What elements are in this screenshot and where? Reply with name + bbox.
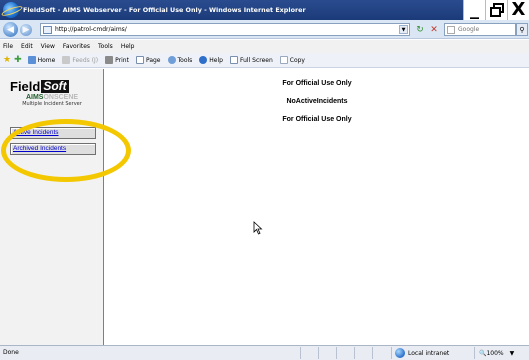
left-nav-pane: Field Soft AIMSONSCENE Multiple Incident… xyxy=(0,69,104,345)
incident-status-text: NoActiveIncidents xyxy=(286,98,348,105)
page-label: Page xyxy=(145,56,161,64)
active-incidents-link[interactable]: Active Incidents xyxy=(10,127,96,139)
back-button[interactable]: ◀ xyxy=(3,22,18,37)
home-label: Home xyxy=(37,56,56,64)
logo-field: Field xyxy=(10,79,41,94)
page-button[interactable]: Page xyxy=(135,56,161,64)
address-bar[interactable]: http://patrol-cmdr/aims/ ▼ xyxy=(40,23,410,36)
command-toolbar: ★ ✚ Home Feeds (J) Print Page Tools Help… xyxy=(0,53,529,68)
main-pane: For Official Use Only NoActiveIncidents … xyxy=(105,69,529,345)
copy-icon xyxy=(279,56,288,64)
menu-favorites[interactable]: Favorites xyxy=(63,43,90,50)
zoom-level: 100% xyxy=(486,349,504,357)
zoom-icon: 🔍 xyxy=(479,349,487,357)
home-icon xyxy=(27,56,36,64)
zone-label: Local intranet xyxy=(408,349,450,357)
status-panel xyxy=(300,347,318,359)
tools-label: Tools xyxy=(177,56,193,64)
menu-file[interactable]: File xyxy=(3,43,13,50)
feeds-button[interactable]: Feeds (J) xyxy=(62,56,98,64)
copy-label: Copy xyxy=(289,56,305,64)
restore-icon xyxy=(489,3,504,17)
fullscreen-icon xyxy=(229,56,238,64)
window-controls: _ X xyxy=(463,0,529,20)
menu-tools[interactable]: Tools xyxy=(98,43,113,50)
feeds-icon xyxy=(62,56,71,64)
gear-icon xyxy=(167,56,176,64)
menu-help[interactable]: Help xyxy=(121,43,135,50)
intranet-globe-icon xyxy=(395,348,405,358)
address-bar-row: ◀ ▶ http://patrol-cmdr/aims/ ▼ ↻ ✕ ⚲ xyxy=(0,20,529,39)
menu-view[interactable]: View xyxy=(41,43,55,50)
status-panel xyxy=(336,347,354,359)
zoom-dropdown-icon[interactable]: ▼ xyxy=(510,350,515,357)
logo-soft: Soft xyxy=(41,79,69,94)
refresh-icon[interactable]: ↻ xyxy=(414,23,426,36)
status-bar: Done Local intranet 🔍 100% ▼ xyxy=(0,345,529,360)
security-zone[interactable]: Local intranet xyxy=(391,347,471,359)
minimize-button[interactable]: _ xyxy=(463,0,485,20)
arrow-cursor-icon xyxy=(253,221,263,235)
status-panel xyxy=(318,347,336,359)
menu-edit[interactable]: Edit xyxy=(21,43,33,50)
help-label: Help xyxy=(209,56,223,64)
close-button[interactable]: X xyxy=(507,0,529,20)
fieldsoft-logo: Field Soft AIMSONSCENE Multiple Incident… xyxy=(10,80,94,107)
status-panels xyxy=(300,347,390,359)
page-icon xyxy=(135,56,144,64)
status-text: Done xyxy=(3,349,19,356)
page-icon xyxy=(43,25,52,34)
status-panel xyxy=(354,347,372,359)
official-use-banner-bottom: For Official Use Only xyxy=(282,116,352,123)
forward-button[interactable]: ▶ xyxy=(20,24,32,36)
search-input[interactable] xyxy=(458,26,514,33)
archived-incidents-link[interactable]: Archived Incidents xyxy=(10,143,96,155)
search-provider-icon xyxy=(447,25,455,34)
restore-button[interactable] xyxy=(485,0,507,20)
feeds-label: Feeds (J) xyxy=(72,56,99,64)
menu-bar: File Edit View Favorites Tools Help xyxy=(0,40,529,53)
help-button[interactable]: Help xyxy=(199,56,223,64)
logo-product: AIMSONSCENE xyxy=(10,94,94,101)
window-title: FieldSoft - AIMS Webserver - For Officia… xyxy=(23,6,306,14)
address-url: http://patrol-cmdr/aims/ xyxy=(55,26,127,33)
zoom-control[interactable]: 🔍 100% ▼ xyxy=(474,347,529,359)
add-favorites-icon[interactable]: ✚ xyxy=(14,55,22,65)
home-button[interactable]: Home xyxy=(27,56,56,64)
logo-aims: AIMS xyxy=(25,94,44,101)
help-icon xyxy=(199,56,208,64)
tools-button[interactable]: Tools xyxy=(167,56,193,64)
internet-explorer-icon xyxy=(3,2,19,18)
favorites-star-icon[interactable]: ★ xyxy=(3,55,11,65)
official-use-banner-top: For Official Use Only xyxy=(282,80,352,87)
print-button[interactable]: Print xyxy=(105,56,129,64)
fullscreen-label: Full Screen xyxy=(239,56,273,64)
address-dropdown-icon[interactable]: ▼ xyxy=(399,25,408,34)
logo-subtitle: Multiple Incident Server xyxy=(22,101,82,107)
window-title-bar: FieldSoft - AIMS Webserver - For Officia… xyxy=(0,0,529,20)
stop-icon[interactable]: ✕ xyxy=(428,23,440,36)
print-label: Print xyxy=(115,56,129,64)
incident-nav: Active Incidents Archived Incidents xyxy=(10,127,96,159)
logo-wordmark: Field Soft xyxy=(10,80,94,93)
status-panel xyxy=(372,347,390,359)
logo-onscene: ONSCENE xyxy=(43,94,79,101)
page-content: Field Soft AIMSONSCENE Multiple Incident… xyxy=(0,69,529,345)
print-icon xyxy=(105,56,114,64)
copy-button[interactable]: Copy xyxy=(279,56,305,64)
search-box[interactable] xyxy=(444,23,516,36)
fullscreen-button[interactable]: Full Screen xyxy=(229,56,273,64)
search-icon[interactable]: ⚲ xyxy=(516,23,528,36)
